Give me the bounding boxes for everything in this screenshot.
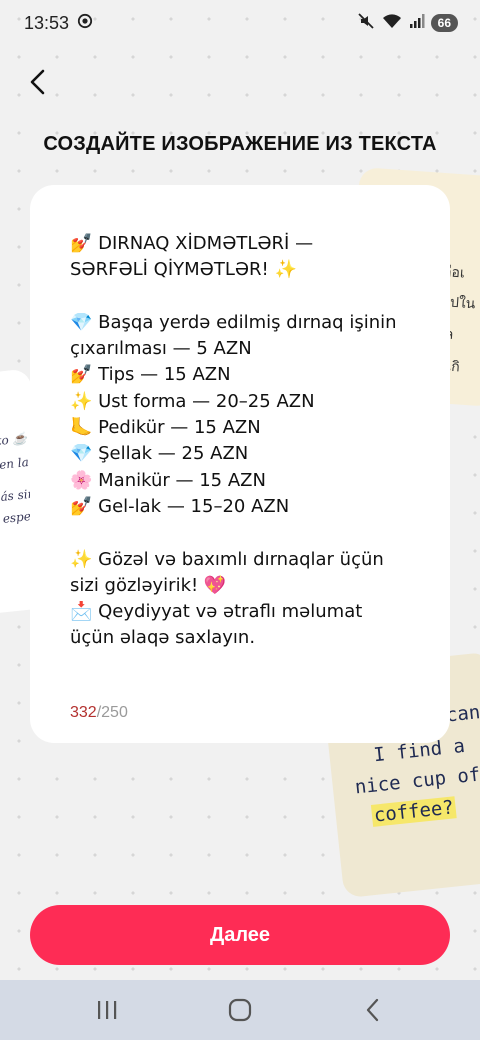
home-button[interactable] [210, 985, 270, 1035]
back-icon [367, 998, 379, 1022]
template-text-line: nice cup of [353, 763, 480, 799]
template-text-fragment: to ☕ [0, 430, 29, 449]
recent-apps-button[interactable] [77, 985, 137, 1035]
mute-icon [357, 12, 375, 35]
character-count: 332 [70, 704, 97, 721]
wifi-icon [381, 12, 403, 35]
system-back-button[interactable] [343, 985, 403, 1035]
character-limit: /250 [96, 704, 128, 721]
editor-text[interactable]: 💅 DIRNAQ XİDMƏTLƏRİ — SƏRFƏLİ QİYMƏTLƏR!… [70, 231, 412, 652]
back-button[interactable] [18, 62, 58, 102]
character-counter: 332/250 [70, 704, 128, 722]
signal-icon [409, 13, 425, 34]
chevron-left-icon [30, 69, 45, 95]
status-bar: 13:53 66 [0, 0, 480, 46]
template-text-fragment: en la [0, 454, 30, 473]
status-time: 13:53 [24, 12, 70, 33]
whatsapp-status-icon [77, 13, 93, 34]
next-button[interactable]: Далее [30, 905, 450, 965]
template-text-line: coffee? [370, 796, 457, 827]
text-editor-card[interactable]: 💅 DIRNAQ XİDMƏTLƏRİ — SƏRFƏLİ QİYMƏTLƏR!… [30, 185, 450, 743]
system-nav-bar [0, 980, 480, 1040]
battery-icon: 66 [430, 14, 458, 32]
recent-apps-icon [97, 1001, 116, 1019]
template-text-line: can [444, 701, 480, 727]
page-title: СОЗДАЙТЕ ИЗОБРАЖЕНИЕ ИЗ ТЕКСТА [43, 133, 437, 155]
home-icon [228, 998, 252, 1022]
